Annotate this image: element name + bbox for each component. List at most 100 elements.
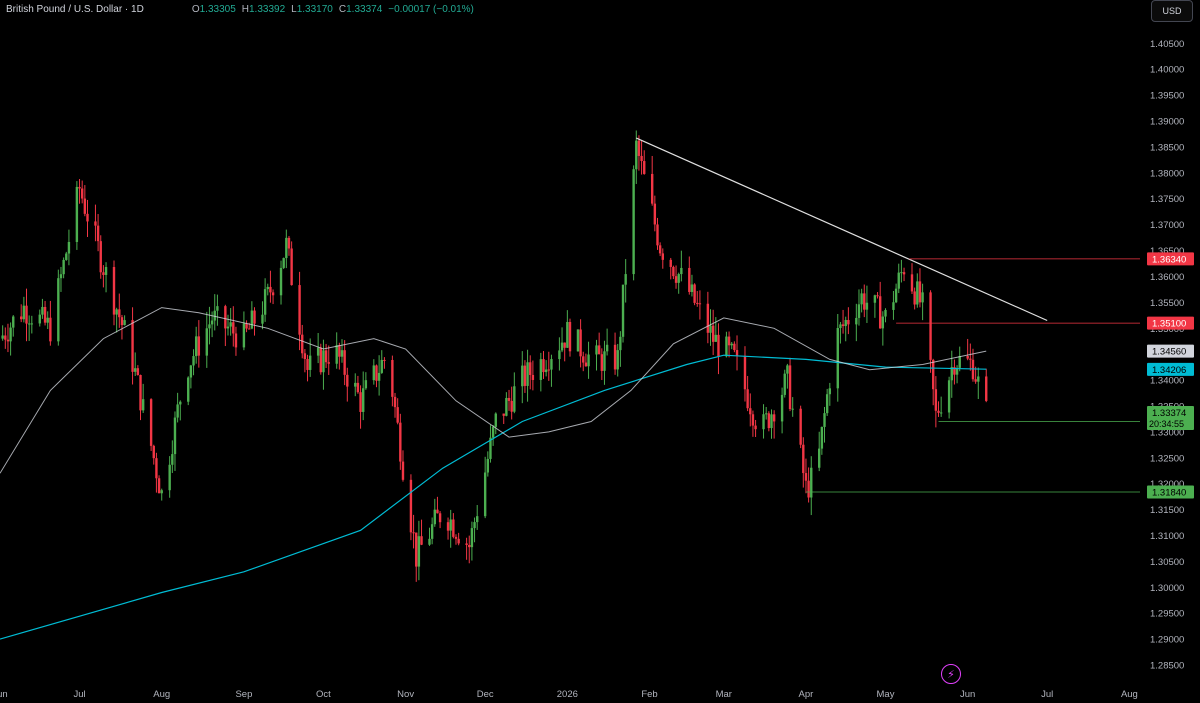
candle-body: [340, 350, 344, 357]
candle-body: [436, 509, 439, 514]
candle-body: [438, 513, 442, 523]
candle-body: [197, 336, 201, 356]
candle-body: [179, 401, 182, 405]
candle-body: [306, 358, 309, 370]
y-tick-label: 1.31500: [1150, 505, 1184, 516]
candle-body: [802, 444, 805, 474]
candle-body: [825, 394, 829, 414]
candle-body: [41, 306, 44, 315]
candle-body: [192, 356, 195, 366]
x-tick-label: Mar: [716, 689, 732, 700]
candle-body: [632, 169, 635, 275]
x-tick-label: Jul: [73, 689, 85, 700]
candle-body: [894, 288, 898, 303]
candle-body: [470, 528, 474, 548]
candle-body: [884, 309, 887, 317]
candle-body: [118, 309, 121, 318]
candle-body: [335, 345, 338, 364]
candle-body: [22, 305, 26, 320]
candle-body: [558, 350, 561, 360]
candle-body: [152, 445, 155, 459]
candle-body: [96, 225, 100, 242]
candle-body: [733, 343, 736, 351]
price-chart[interactable]: 1.40500 1.40000 1.39500 1.39000 1.38500 1.380…: [0, 0, 1200, 703]
candle-body: [210, 320, 214, 325]
x-tick-label: Apr: [799, 689, 814, 700]
candle-body: [454, 536, 458, 539]
candle-body: [939, 412, 943, 414]
candle-body: [544, 369, 548, 373]
candle-body: [234, 333, 238, 348]
candle-body: [80, 188, 84, 199]
candle-body: [208, 324, 211, 329]
candle-body: [958, 355, 961, 368]
candle-body: [102, 272, 105, 275]
x-tick-label: Sep: [235, 689, 252, 700]
y-tick-label: 1.40000: [1150, 65, 1184, 76]
y-tick-label: 1.37500: [1150, 194, 1184, 205]
candle-body: [640, 155, 643, 162]
candle-body: [521, 365, 524, 387]
candle-body: [9, 327, 12, 342]
candle-body: [603, 351, 606, 371]
candle-body: [27, 323, 31, 325]
candle-body: [491, 426, 495, 438]
candle-body: [62, 259, 65, 275]
candle-body: [417, 536, 421, 567]
low-value: 1.33170: [296, 4, 333, 15]
currency-button[interactable]: USD: [1151, 0, 1193, 22]
candle-body: [693, 284, 696, 303]
x-tick-label: Jul: [1041, 689, 1053, 700]
candle-body: [285, 237, 288, 259]
candle-body: [568, 321, 572, 352]
candle-body: [643, 161, 646, 174]
candle-body: [25, 305, 28, 324]
candle-body: [526, 362, 529, 386]
candle-body: [446, 522, 450, 531]
candle-body: [711, 325, 715, 342]
candle-body: [139, 374, 142, 411]
candle-body: [377, 372, 381, 381]
candle-body: [828, 388, 832, 395]
candle-body: [706, 303, 710, 333]
candle-body: [637, 140, 641, 156]
candle-body: [346, 374, 349, 387]
y-tick-label: 1.38500: [1150, 142, 1184, 153]
y-tick-label: 1.38000: [1150, 168, 1184, 179]
candle-body: [205, 328, 208, 356]
candle-body: [115, 309, 118, 315]
x-tick-label: Aug: [1121, 689, 1138, 700]
symbol-title[interactable]: British Pound / U.S. Dollar · 1D: [6, 4, 144, 15]
candle-body: [271, 292, 275, 296]
candle-body: [836, 328, 839, 389]
candle-body: [547, 369, 550, 371]
ma-short-tag: 1.34560: [1152, 347, 1186, 358]
candle-body: [897, 272, 900, 289]
candle-body: [242, 323, 246, 348]
candle-body: [844, 319, 847, 327]
candle-body: [375, 365, 378, 381]
candle-body: [791, 408, 794, 410]
candle-body: [409, 479, 413, 533]
candle-body: [584, 362, 588, 367]
candle-body: [865, 302, 869, 310]
candle-body: [99, 241, 102, 273]
y-tick-label: 1.40500: [1150, 39, 1184, 50]
candle-body: [449, 519, 452, 531]
y-tick-label: 1.35500: [1150, 298, 1184, 309]
candle-body: [523, 365, 527, 386]
candle-body: [338, 345, 341, 357]
x-tick-label: 2026: [557, 689, 578, 700]
last-price-tag: 1.33374: [1152, 408, 1186, 419]
candle-body: [762, 414, 765, 430]
candle-body: [49, 317, 52, 342]
candle-body: [266, 286, 269, 290]
candle-body: [287, 237, 291, 249]
candle-body: [847, 319, 850, 325]
candle-body: [839, 324, 842, 329]
candle-body: [6, 339, 10, 342]
candle-body: [730, 343, 733, 346]
lightning-icon[interactable]: ⚡: [941, 664, 961, 684]
y-tick-label: 1.39000: [1150, 117, 1184, 128]
x-tick-label: Feb: [641, 689, 657, 700]
